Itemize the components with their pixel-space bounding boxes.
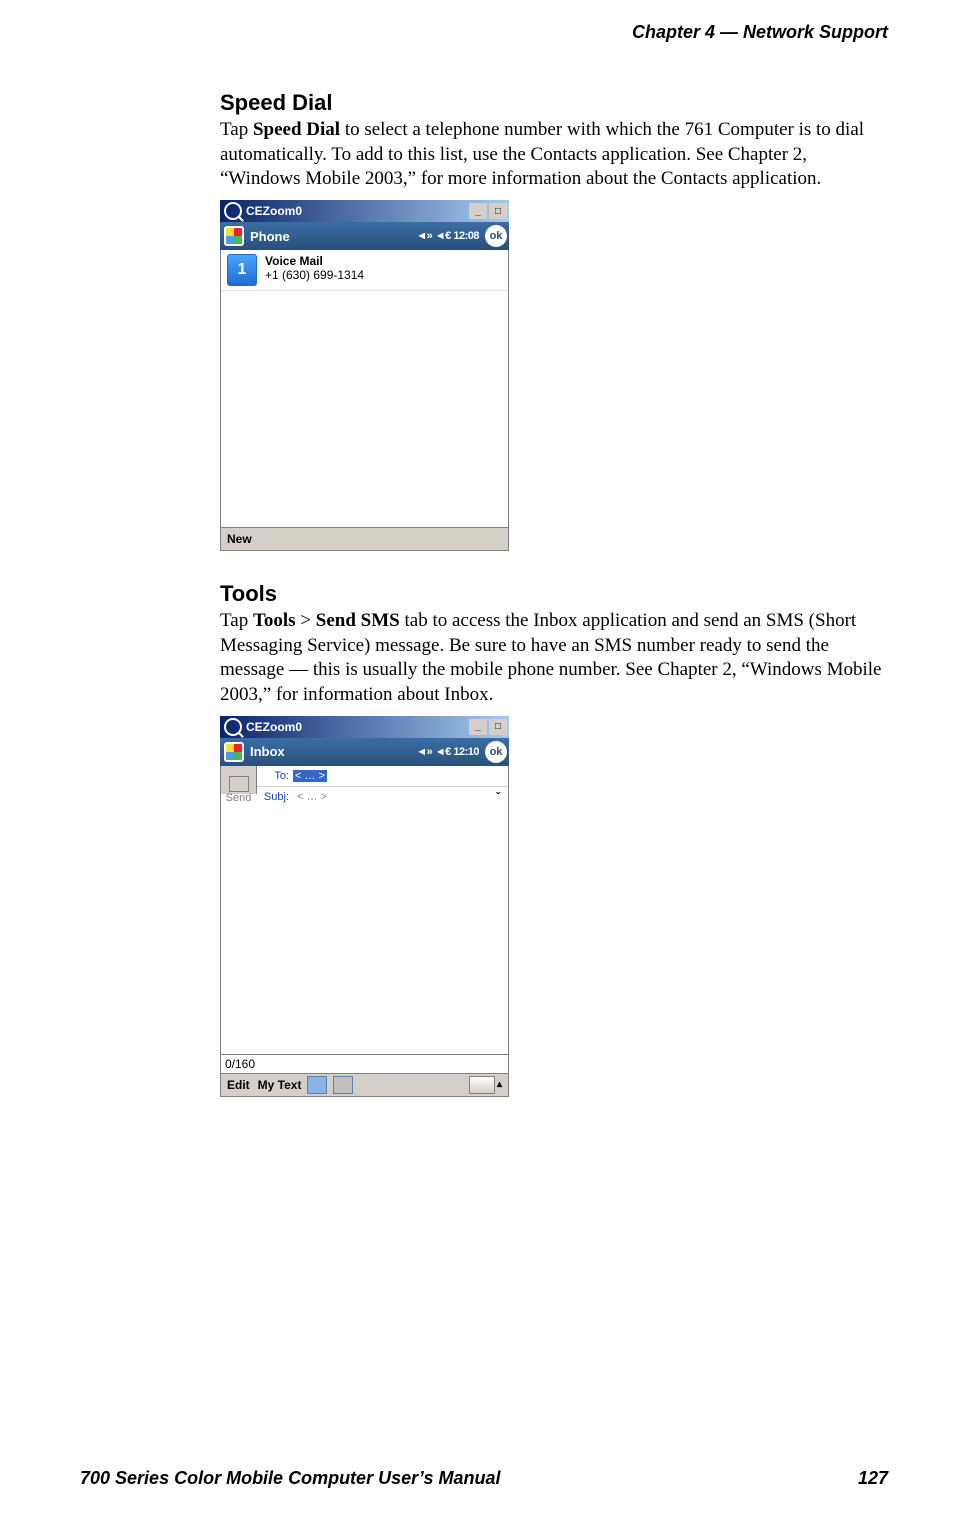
maximize-button[interactable]: □: [489, 203, 507, 219]
window-title: CEZoom0: [246, 720, 302, 734]
sip-keyboard-icon[interactable]: [469, 1076, 495, 1094]
maximize-button[interactable]: □: [489, 719, 507, 735]
menu-bar: Edit My Text ▴: [221, 1073, 508, 1096]
text: Tap: [220, 119, 253, 140]
page-footer: 700 Series Color Mobile Computer User’s …: [80, 1468, 888, 1489]
footer-manual-title: 700 Series Color Mobile Computer User’s …: [80, 1468, 500, 1489]
speed-dial-index: 1: [227, 254, 257, 286]
screenshot-inbox-compose: CEZoom0 _ □ Inbox ◄» ◄€ 12:10 ok: [220, 716, 509, 1097]
status-icons: ◄» ◄€ 12:08: [416, 230, 479, 242]
text-bold: Tools: [253, 610, 296, 631]
speed-dial-list[interactable]: 1 Voice Mail +1 (630) 699-1314: [221, 250, 508, 527]
speed-dial-item[interactable]: 1 Voice Mail +1 (630) 699-1314: [221, 250, 508, 291]
client-area: Send To: < … > Subj: < … > ˇ: [220, 766, 509, 1097]
to-label: To:: [257, 770, 293, 782]
window-title: CEZoom0: [246, 204, 302, 218]
menu-bar: New: [221, 527, 508, 550]
paragraph-speed-dial: Tap Speed Dial to select a telephone num…: [220, 118, 890, 192]
sip-arrow-icon[interactable]: ▴: [495, 1079, 502, 1090]
section-tools: Tools Tap Tools > Send SMS tab to access…: [220, 581, 890, 1097]
text-bold: Speed Dial: [253, 119, 340, 140]
menu-edit[interactable]: Edit: [227, 1078, 250, 1092]
nav-app-title: Inbox: [250, 744, 285, 759]
paragraph-tools: Tap Tools > Send SMS tab to access the I…: [220, 609, 890, 708]
section-speed-dial: Speed Dial Tap Speed Dial to select a te…: [220, 90, 890, 551]
subj-field[interactable]: < … >: [293, 791, 496, 803]
speed-dial-number: +1 (630) 699-1314: [265, 268, 364, 282]
to-field[interactable]: < … >: [293, 770, 327, 782]
screenshot-phone-speed-dial: CEZoom0 _ □ Phone ◄» ◄€ 12:08 ok 1: [220, 200, 509, 551]
start-flag-icon[interactable]: [224, 226, 244, 246]
main-content: Speed Dial Tap Speed Dial to select a te…: [220, 90, 890, 1097]
envelope-icon: [229, 776, 249, 792]
running-header: Chapter 4 — Network Support: [632, 22, 888, 43]
char-count: 0/160: [221, 1054, 508, 1073]
recorder-icon[interactable]: [333, 1076, 353, 1094]
message-body[interactable]: [221, 807, 508, 1054]
window-titlebar: CEZoom0 _ □: [220, 200, 509, 222]
heading-speed-dial: Speed Dial: [220, 90, 890, 116]
status-icons: ◄» ◄€ 12:10: [416, 746, 479, 758]
text: Tap: [220, 610, 253, 631]
nav-bar: Phone ◄» ◄€ 12:08 ok: [220, 222, 509, 250]
page: Chapter 4 — Network Support Speed Dial T…: [0, 0, 968, 1519]
magnifier-icon: [224, 202, 242, 220]
heading-tools: Tools: [220, 581, 890, 607]
nav-bar: Inbox ◄» ◄€ 12:10 ok: [220, 738, 509, 766]
subj-label: Subj:: [257, 791, 293, 803]
speed-dial-text: Voice Mail +1 (630) 699-1314: [265, 254, 364, 286]
menu-new[interactable]: New: [227, 532, 252, 546]
footer-page-number: 127: [858, 1468, 888, 1489]
nav-app-title: Phone: [250, 229, 290, 244]
send-label: Send: [223, 792, 254, 804]
attachment-icon[interactable]: [307, 1076, 327, 1094]
send-button[interactable]: Send: [221, 766, 257, 794]
ok-button[interactable]: ok: [485, 741, 507, 763]
window-titlebar: CEZoom0 _ □: [220, 716, 509, 738]
minimize-button[interactable]: _: [469, 719, 487, 735]
text-bold: Send SMS: [316, 610, 400, 631]
expand-chevron-icon[interactable]: ˇ: [496, 790, 508, 804]
speed-dial-name: Voice Mail: [265, 254, 364, 268]
client-area: 1 Voice Mail +1 (630) 699-1314 New: [220, 250, 509, 551]
start-flag-icon[interactable]: [224, 742, 244, 762]
minimize-button[interactable]: _: [469, 203, 487, 219]
ok-button[interactable]: ok: [485, 225, 507, 247]
menu-my-text[interactable]: My Text: [258, 1078, 302, 1092]
magnifier-icon: [224, 718, 242, 736]
compose-header: Send To: < … > Subj: < … > ˇ: [221, 766, 508, 807]
text: >: [296, 610, 316, 631]
